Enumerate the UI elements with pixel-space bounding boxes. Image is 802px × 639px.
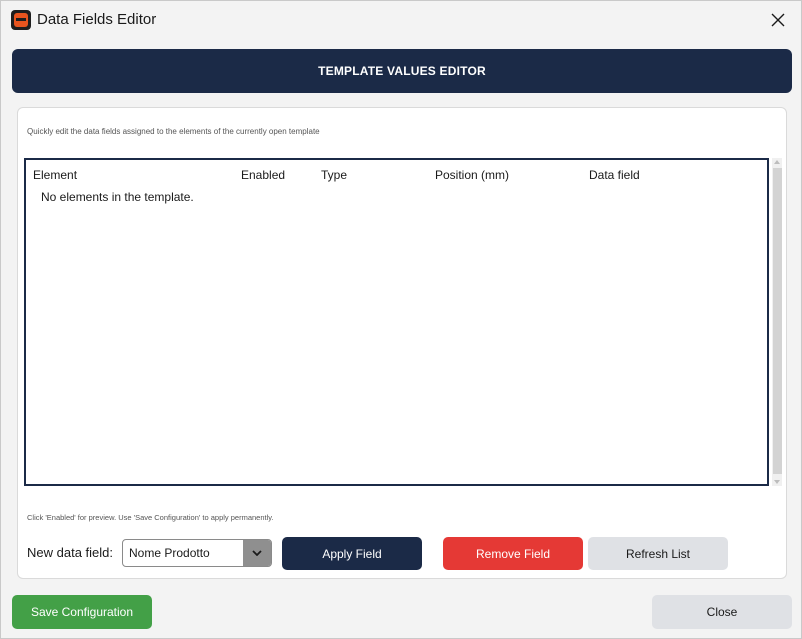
save-configuration-button[interactable]: Save Configuration (12, 595, 152, 629)
new-data-field-label: New data field: (27, 545, 113, 560)
apply-field-button[interactable]: Apply Field (282, 537, 422, 570)
scroll-down-icon[interactable] (774, 480, 780, 484)
chevron-down-icon[interactable] (243, 540, 271, 566)
empty-table-message: No elements in the template. (41, 190, 194, 204)
editor-header-title: TEMPLATE VALUES EDITOR (318, 64, 486, 78)
data-field-select[interactable]: Nome Prodotto (122, 539, 272, 567)
elements-table[interactable] (24, 158, 769, 486)
remove-field-button[interactable]: Remove Field (443, 537, 583, 570)
scrollbar-thumb[interactable] (773, 168, 782, 474)
preview-hint-text: Click 'Enabled' for preview. Use 'Save C… (27, 513, 274, 522)
instructions-text: Quickly edit the data fields assigned to… (27, 127, 320, 136)
close-icon[interactable] (765, 7, 791, 33)
column-header-type[interactable]: Type (321, 168, 347, 182)
column-header-data-field[interactable]: Data field (589, 168, 640, 182)
close-button[interactable]: Close (652, 595, 792, 629)
editor-header: TEMPLATE VALUES EDITOR (12, 49, 792, 93)
title-bar: Data Fields Editor (1, 1, 801, 39)
scroll-up-icon[interactable] (774, 160, 780, 164)
app-logo-icon (11, 10, 31, 30)
column-header-position[interactable]: Position (mm) (435, 168, 509, 182)
column-header-element[interactable]: Element (33, 168, 77, 182)
window-title: Data Fields Editor (37, 11, 157, 28)
dialog-window: Data Fields Editor TEMPLATE VALUES EDITO… (0, 0, 802, 639)
table-scrollbar[interactable] (772, 158, 782, 486)
data-field-select-value: Nome Prodotto (129, 546, 210, 560)
refresh-list-button[interactable]: Refresh List (588, 537, 728, 570)
column-header-enabled[interactable]: Enabled (241, 168, 285, 182)
